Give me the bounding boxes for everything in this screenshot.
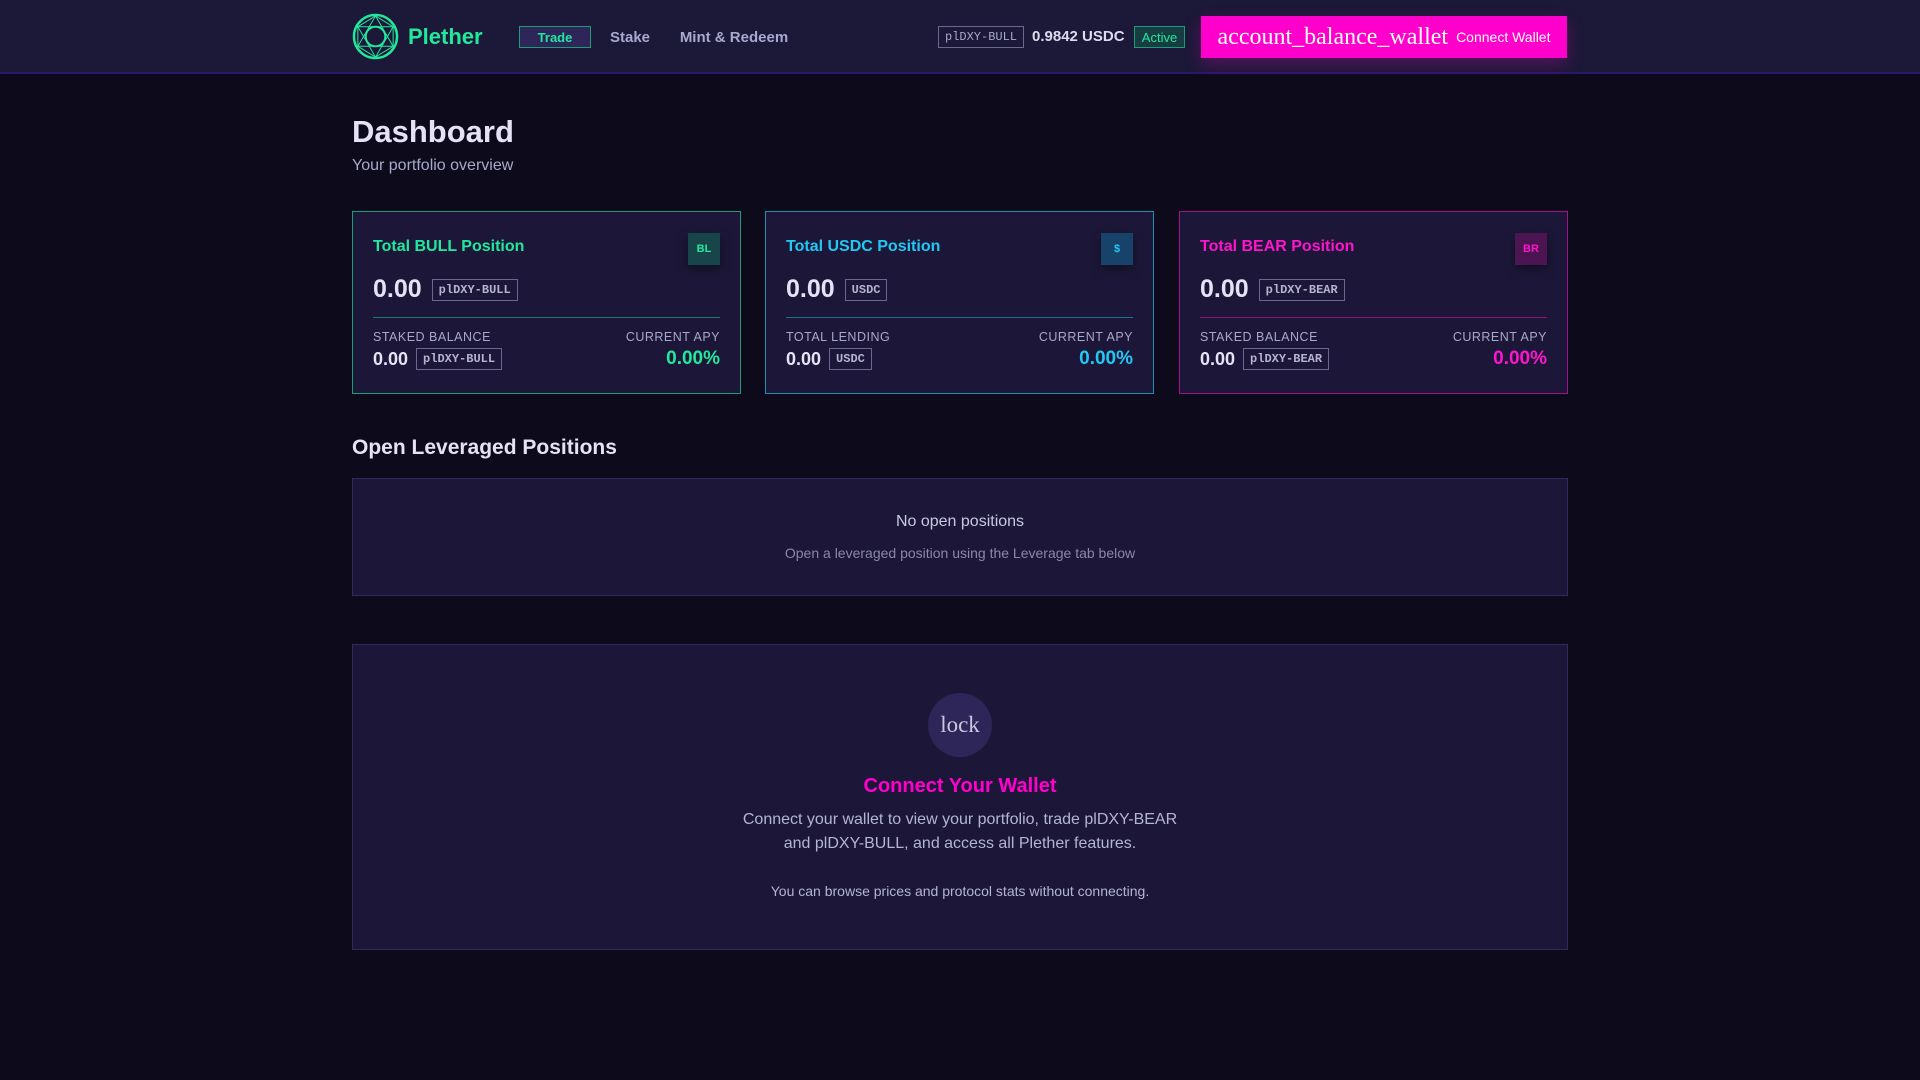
bear-position-card: Total BEAR Position BR 0.00 plDXY-BEAR ST… (1179, 211, 1568, 394)
dollar-icon: $ (1101, 233, 1133, 265)
price-token-badge: plDXY-BULL (938, 26, 1025, 48)
position-value: 0.00 (1200, 275, 1249, 303)
apy-label: CURRENT APY (1452, 330, 1547, 344)
wallet-icon: account_balance_wallet (1217, 23, 1449, 50)
brand-name[interactable]: Plether (408, 24, 483, 50)
token-badge: USDC (829, 348, 872, 370)
connect-note: You can browse prices and protocol stats… (770, 883, 1150, 899)
card-title: Total BEAR Position (1200, 238, 1355, 255)
connect-title: Connect Your Wallet (863, 775, 1057, 797)
sub-label: STAKED BALANCE (1200, 330, 1318, 344)
nav-tab-stake[interactable]: Stake (600, 18, 660, 56)
apy-value: 0.00% (1493, 348, 1547, 369)
bull-position-card: Total BULL Position BL 0.00 plDXY-BULL ST… (352, 211, 741, 394)
empty-hint: Open a leveraged position using the Leve… (784, 545, 1136, 561)
apy-value: 0.00% (1079, 348, 1133, 369)
divider (786, 317, 1133, 318)
bull-icon: BL (688, 233, 720, 265)
top-nav-bar: Plether Trade Stake Mint & Redeem plDXY-… (0, 0, 1920, 74)
position-value: 0.00 (373, 275, 422, 303)
card-title: Total BULL Position (373, 238, 525, 255)
bear-icon: BR (1515, 233, 1547, 265)
plether-logo-icon[interactable] (352, 13, 399, 60)
connect-description-line2: and plDXY-BULL, and access all Plether f… (783, 835, 1137, 852)
apy-value: 0.00% (666, 348, 720, 369)
sub-label: STAKED BALANCE (373, 330, 491, 344)
connect-description-line1: Connect your wallet to view your portfol… (742, 811, 1178, 828)
connect-wallet-label: Connect Wallet (1456, 29, 1551, 45)
staked-value: 0.00 (373, 348, 409, 369)
nav-tab-mint-redeem[interactable]: Mint & Redeem (672, 18, 796, 56)
apy-label: CURRENT APY (625, 330, 720, 344)
connect-wallet-panel: lock Connect Your Wallet Connect your wa… (352, 644, 1568, 950)
usdc-position-card: Total USDC Position $ 0.00 USDC TOTAL LEN… (765, 211, 1154, 394)
token-badge: plDXY-BEAR (1243, 348, 1330, 370)
empty-title: No open positions (895, 513, 1025, 530)
token-badge: plDXY-BEAR (1258, 278, 1345, 301)
nav-tab-trade[interactable]: Trade (519, 26, 591, 48)
divider (1200, 317, 1547, 318)
token-price: 0.9842 USDC (1032, 28, 1125, 45)
lock-icon: lock (928, 693, 992, 757)
connect-wallet-button[interactable]: account_balance_wallet Connect Wallet (1201, 16, 1567, 58)
staked-value: 0.00 (1200, 348, 1236, 369)
lending-value: 0.00 (786, 348, 822, 369)
position-value: 0.00 (786, 275, 835, 303)
card-title: Total USDC Position (786, 238, 941, 255)
token-badge: plDXY-BULL (416, 348, 503, 370)
status-badge: Active (1134, 26, 1185, 48)
page-title: Dashboard (352, 114, 514, 149)
positions-empty-state: No open positions Open a leveraged posit… (352, 478, 1568, 596)
page-subtitle: Your portfolio overview (352, 157, 514, 174)
token-badge: USDC (844, 278, 888, 301)
divider (373, 317, 720, 318)
sub-label: TOTAL LENDING (786, 330, 891, 344)
apy-label: CURRENT APY (1038, 330, 1133, 344)
section-title: Open Leveraged Positions (352, 436, 617, 459)
token-badge: plDXY-BULL (431, 278, 518, 301)
